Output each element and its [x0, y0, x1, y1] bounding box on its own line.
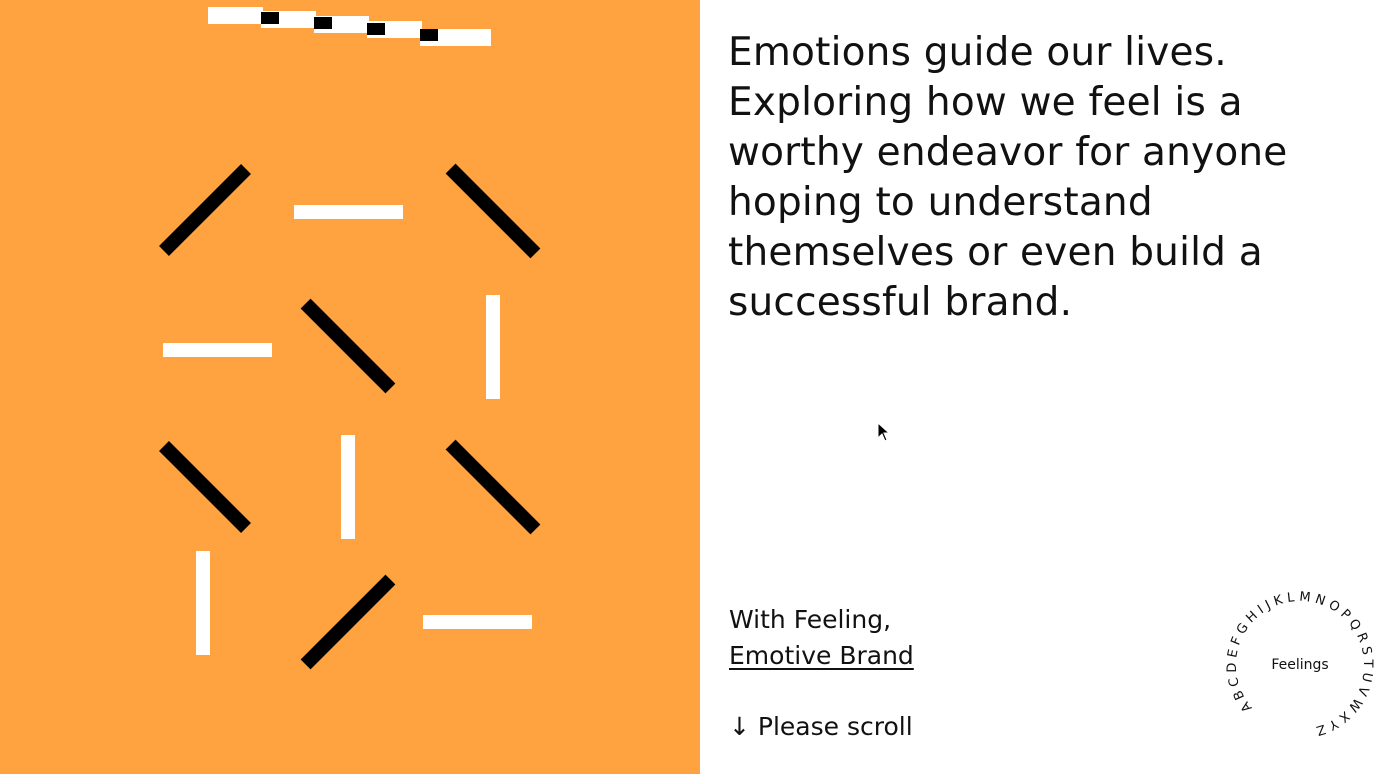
dark-bar — [159, 441, 251, 533]
badge-center-label: Feelings — [1271, 657, 1329, 673]
emotive-brand-link[interactable]: Emotive Brand — [729, 641, 914, 670]
feelings-badge[interactable]: ABCDEFGHIJKLMNOPQRSTUVWXYZ Feelings — [1194, 559, 1400, 772]
byline-prefix: With Feeling, — [729, 605, 892, 634]
bars-artwork — [159, 7, 541, 670]
light-bar — [486, 295, 500, 399]
animated-art-panel — [0, 0, 700, 774]
ribbon-block — [367, 23, 385, 35]
dark-bar — [300, 298, 396, 394]
headline-line: themselves or even build a — [728, 230, 1263, 275]
light-bar — [196, 551, 210, 655]
dark-bar — [300, 574, 396, 670]
headline-line: hoping to understand — [728, 180, 1153, 225]
headline-line: worthy endeavor for anyone — [728, 130, 1288, 175]
top-ribbon — [208, 7, 491, 46]
scroll-hint-label: Please scroll — [757, 712, 913, 741]
light-bar — [163, 343, 272, 357]
ribbon-segment — [208, 7, 263, 24]
headline-line: Emotions guide our lives. — [728, 30, 1227, 75]
ribbon-block — [420, 29, 438, 41]
light-bar — [423, 615, 532, 629]
down-arrow-icon: ↓ — [729, 712, 750, 741]
ribbon-block — [261, 12, 279, 24]
light-bar — [341, 435, 355, 539]
dark-bar — [445, 163, 541, 259]
headline-line: successful brand. — [728, 280, 1073, 325]
byline: With Feeling, Emotive Brand — [729, 602, 914, 674]
light-bar — [294, 205, 403, 219]
scroll-hint[interactable]: ↓ Please scroll — [729, 709, 913, 745]
page: Emotions guide our lives. Exploring how … — [0, 0, 1400, 774]
arrow-cursor-icon — [877, 422, 891, 442]
dark-bar — [445, 439, 541, 535]
headline: Emotions guide our lives. Exploring how … — [728, 28, 1368, 328]
dark-bar — [159, 164, 251, 256]
ribbon-block — [314, 17, 332, 29]
headline-line: Exploring how we feel is a — [728, 80, 1243, 125]
